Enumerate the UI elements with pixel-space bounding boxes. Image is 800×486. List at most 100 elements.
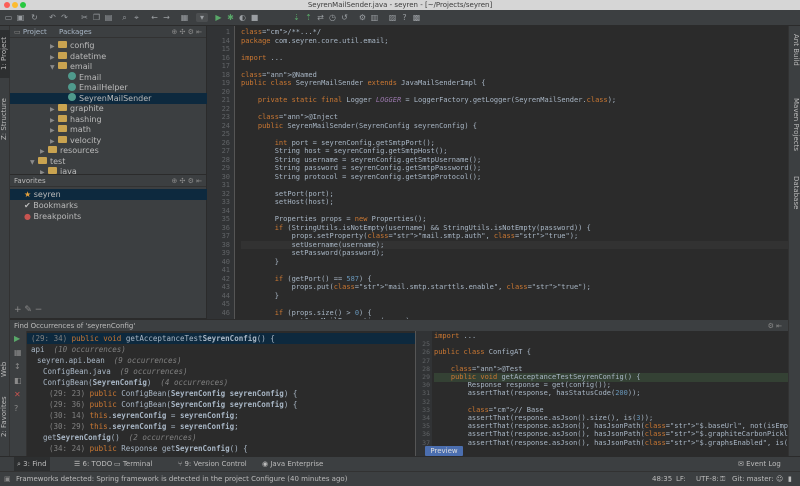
code-line[interactable]: } xyxy=(241,292,279,301)
cut-icon[interactable]: ✂ xyxy=(80,13,89,22)
code-line[interactable]: if (StringUtils.isNotEmpty(username) && … xyxy=(241,224,591,233)
code-line[interactable]: if (props.size() > 0) { xyxy=(241,309,372,318)
code-line[interactable]: import ... xyxy=(241,54,283,63)
code-line[interactable]: String password = seyrenConfig.getSmtpPa… xyxy=(241,164,482,173)
code-line[interactable]: String username = seyrenConfig.getSmtpUs… xyxy=(241,156,482,165)
tab-web[interactable]: Web xyxy=(0,360,10,378)
favorites-item[interactable]: ★ seyren xyxy=(10,189,207,200)
code-line[interactable]: props.setProperty(class="str">"mail.smtp… xyxy=(241,232,579,241)
tab-ant-build[interactable]: Ant Build xyxy=(790,34,800,76)
code-line[interactable]: class="ann">@Inject xyxy=(241,113,338,122)
code-line[interactable]: } xyxy=(241,258,279,267)
settings-icon[interactable]: ⚙ xyxy=(358,13,367,22)
find-result-row[interactable]: api (10 occurrences) xyxy=(27,344,126,355)
find-result-row[interactable]: (30: 14) this.seyrenConfig = seyrenConfi… xyxy=(27,410,239,421)
tree-item[interactable]: ▶ resources xyxy=(10,145,207,156)
maximize-window-button[interactable] xyxy=(20,2,26,8)
tree-item[interactable]: Email xyxy=(10,72,207,83)
tree-item[interactable]: EmailHelper xyxy=(10,82,207,93)
tree-item[interactable]: SeyrenMailSender xyxy=(10,92,207,104)
redo-icon[interactable]: ↷ xyxy=(60,13,69,22)
open-folder-icon[interactable]: ▭ xyxy=(4,13,13,22)
find-result-row[interactable]: (30: 29) this.seyrenConfig = seyrenConfi… xyxy=(27,421,239,432)
find-result-row[interactable]: getSeyrenConfig() (2 occurrences) xyxy=(27,432,197,443)
code-line[interactable]: package com.seyren.core.util.email; xyxy=(241,37,389,46)
code-line[interactable]: Properties props = new Properties(); xyxy=(241,215,427,224)
tab-version-control[interactable]: ⑂ 9: Version Control xyxy=(178,457,247,472)
debug-icon[interactable]: ✱ xyxy=(226,13,235,22)
memory-icon[interactable]: ▮ xyxy=(788,472,792,486)
tab-maven-projects[interactable]: Maven Projects xyxy=(790,98,800,160)
expand-icon[interactable]: ↕ xyxy=(14,362,21,371)
code-line[interactable]: private static final Logger LOGGER = Log… xyxy=(241,96,616,105)
tab-packages-view[interactable]: Packages xyxy=(59,28,92,36)
favorites-item[interactable]: ✔ Bookmarks xyxy=(10,200,207,211)
lock-icon[interactable]: ⚿ xyxy=(720,472,725,486)
code-line[interactable]: setHost(host); xyxy=(241,198,334,207)
minimize-window-button[interactable] xyxy=(12,2,18,8)
vcs-revert-icon[interactable]: ↺ xyxy=(340,13,349,22)
find-result-row[interactable]: (29: 23) public ConfigBean(SeyrenConfig … xyxy=(27,388,297,399)
code-line[interactable]: if (getPort() == 587) { xyxy=(241,275,372,284)
coverage-icon[interactable]: ◐ xyxy=(238,13,247,22)
vcs-history-icon[interactable]: ◷ xyxy=(328,13,337,22)
tab-project[interactable]: 1: Project xyxy=(0,30,10,78)
tree-item[interactable]: ▶ config xyxy=(10,40,207,51)
vcs-compare-icon[interactable]: ⇄ xyxy=(316,13,325,22)
tab-database[interactable]: Database xyxy=(790,176,800,216)
code-line[interactable]: props.put(class="str">"mail.smtp.starttl… xyxy=(241,283,591,292)
code-line[interactable]: public SeyrenMailSender(SeyrenConfig sey… xyxy=(241,122,477,131)
find-result-row[interactable]: ConfigBean.java (9 occurrences) xyxy=(27,366,188,377)
tree-item[interactable]: ▶ graphite xyxy=(10,103,207,114)
panel-options-icons[interactable]: ⊕ ✣ ⚙ ⇤ xyxy=(171,26,202,38)
find-result-row[interactable]: ConfigBean(SeyrenConfig) (4 occurrences) xyxy=(27,377,228,388)
undo-icon[interactable]: ↶ xyxy=(48,13,57,22)
tab-project-view[interactable]: Project xyxy=(23,28,47,36)
code-line[interactable]: public class SeyrenMailSender extends Ja… xyxy=(241,79,485,88)
forward-icon[interactable]: → xyxy=(162,13,171,22)
code-line[interactable]: class="ann">@Named xyxy=(241,71,317,80)
sdk-icon[interactable]: ▨ xyxy=(388,13,397,22)
copy-icon[interactable]: ❐ xyxy=(92,13,101,22)
find-result-row[interactable]: (29: 36) public ConfigBean(SeyrenConfig … xyxy=(27,399,297,410)
tab-favorites[interactable]: 2: Favorites xyxy=(0,392,10,442)
tab-java-enterprise[interactable]: ◉ Java Enterprise xyxy=(262,457,323,472)
database-icon[interactable]: ▩ xyxy=(412,13,421,22)
tree-item[interactable]: ▶ velocity xyxy=(10,135,207,146)
find-icon[interactable]: ⌕ xyxy=(120,13,129,22)
tab-terminal[interactable]: ▭ Terminal xyxy=(114,457,152,472)
tree-item[interactable]: ▶ hashing xyxy=(10,114,207,125)
paste-icon[interactable]: ▤ xyxy=(104,13,113,22)
inspector-icon[interactable]: ☺ xyxy=(776,472,783,486)
tree-item[interactable]: ▶ math xyxy=(10,124,207,135)
save-icon[interactable]: ▣ xyxy=(16,13,25,22)
tab-event-log[interactable]: ✉ Event Log xyxy=(738,457,781,472)
replace-icon[interactable]: ⌖ xyxy=(132,13,141,22)
file-encoding[interactable]: UTF-8: xyxy=(696,472,719,486)
favorites-options-icons[interactable]: ⊕ ✣ ⚙ ⇤ xyxy=(171,175,202,187)
close-window-button[interactable] xyxy=(4,2,10,8)
close-find-icon[interactable]: ✕ xyxy=(14,390,21,399)
stop-icon[interactable]: ■ xyxy=(250,13,259,22)
preview-toggle-icon[interactable]: ◧ xyxy=(14,376,22,385)
help-find-icon[interactable]: ? xyxy=(14,404,18,413)
find-result-row[interactable]: (29: 34) public void getAcceptanceTestSe… xyxy=(27,333,415,344)
group-icon[interactable]: ▦ xyxy=(14,348,22,357)
run-icon[interactable]: ▶ xyxy=(214,13,223,22)
vcs-commit-icon[interactable]: ⇡ xyxy=(304,13,313,22)
tree-item[interactable]: ▶ datetime xyxy=(10,51,207,62)
code-editor[interactable]: class="cm">/**...*/package com.seyren.co… xyxy=(235,26,788,319)
code-line[interactable]: setUsername(username); xyxy=(241,240,788,249)
find-result-row[interactable]: seyren.api.bean (9 occurrences) xyxy=(27,355,182,366)
vcs-update-icon[interactable]: ⇣ xyxy=(292,13,301,22)
line-separator[interactable]: LF: xyxy=(676,472,686,486)
back-icon[interactable]: ← xyxy=(150,13,159,22)
code-line[interactable]: class="cm">/**...*/ xyxy=(241,28,321,37)
preview-tab[interactable]: Preview xyxy=(425,446,463,456)
status-message[interactable]: Frameworks detected: Spring framework is… xyxy=(16,472,347,486)
tree-item[interactable]: ▼ test xyxy=(10,156,207,167)
caret-position[interactable]: 48:35 xyxy=(652,472,672,486)
rerun-icon[interactable]: ▶ xyxy=(14,334,20,343)
tree-item[interactable]: ▼ email xyxy=(10,61,207,72)
code-line[interactable]: String host = seyrenConfig.getSmtpHost()… xyxy=(241,147,448,156)
